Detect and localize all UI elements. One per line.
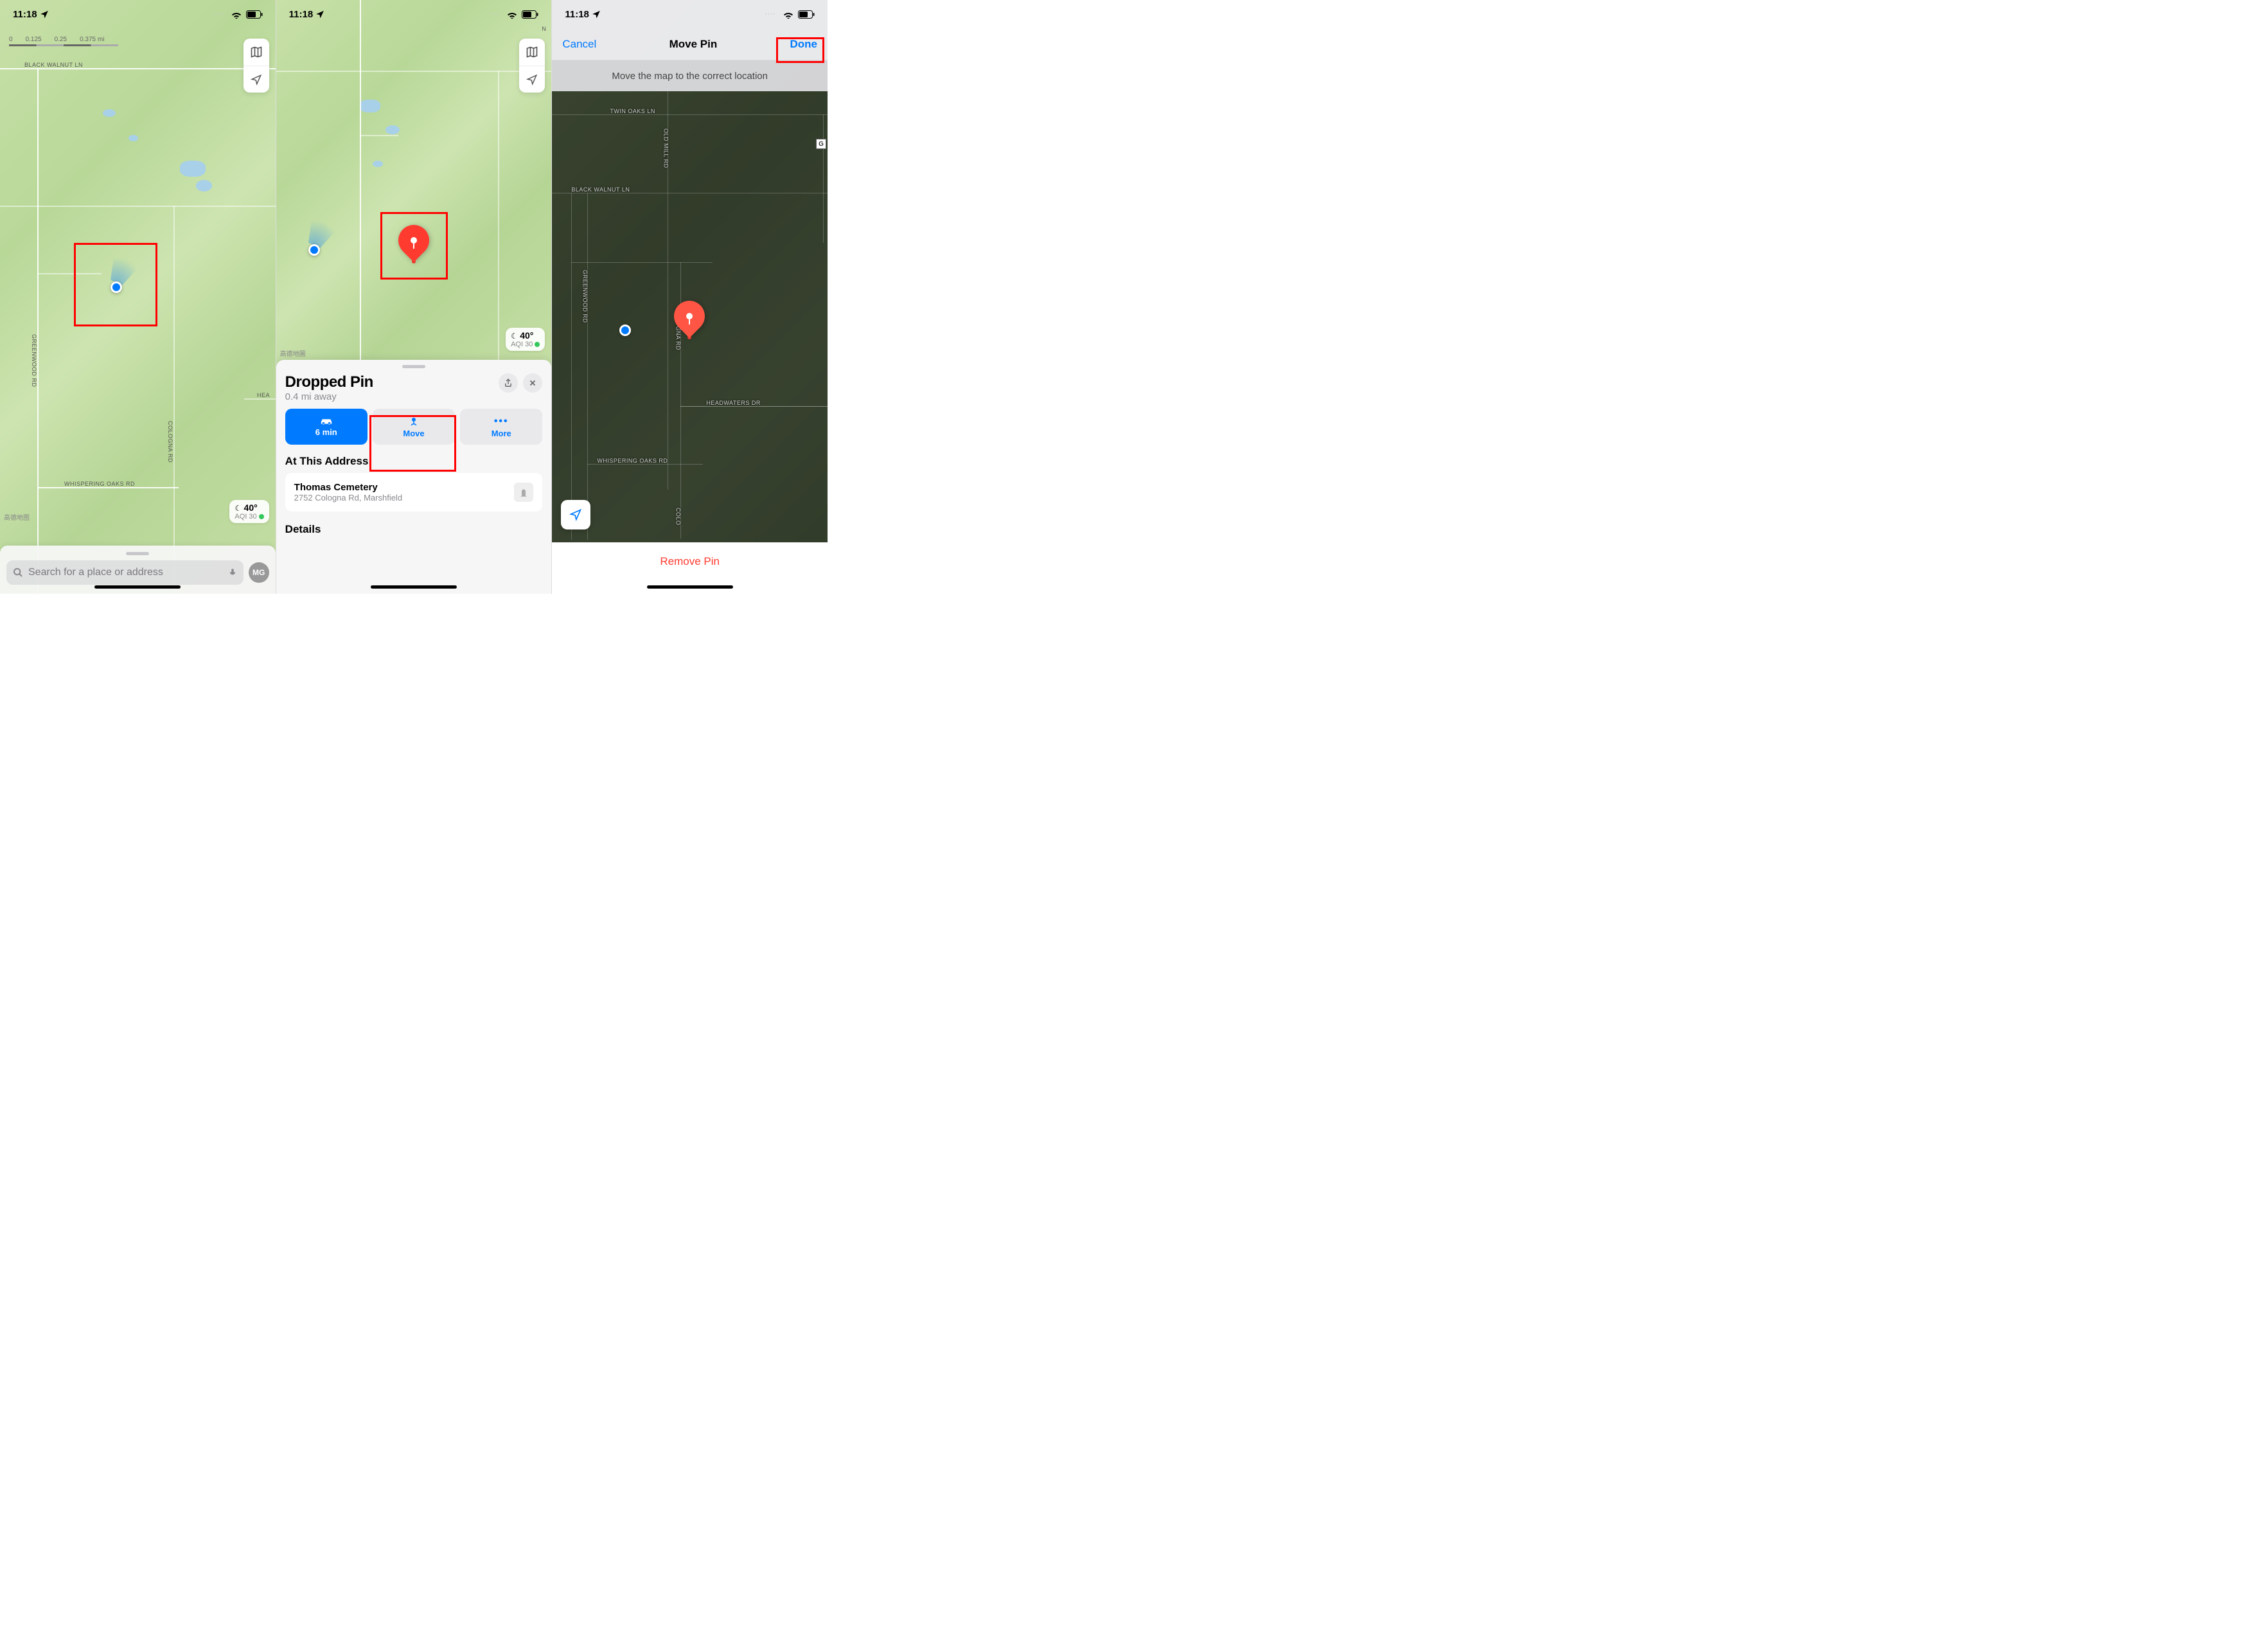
- road-label-greenwood: GREENWOOD RD: [31, 334, 37, 387]
- profile-avatar[interactable]: MG: [249, 562, 269, 583]
- battery-icon: [798, 10, 815, 19]
- map-icon: [526, 46, 538, 58]
- map-canvas[interactable]: N: [276, 0, 552, 369]
- close-button[interactable]: [523, 373, 542, 393]
- battery-icon: [522, 10, 538, 19]
- road-label-whispering: WHISPERING OAKS RD: [597, 458, 668, 464]
- road-label-black-walnut: BLACK WALNUT LN: [24, 62, 83, 68]
- dropped-pin-marker[interactable]: [674, 301, 705, 339]
- map-mode-button[interactable]: [244, 39, 269, 66]
- dropped-pin-marker[interactable]: [398, 225, 429, 263]
- dropped-pin-sheet[interactable]: Dropped Pin 0.4 mi away 6 min Move ••• M…: [276, 360, 552, 594]
- search-input[interactable]: Search for a place or address: [6, 560, 244, 585]
- section-at-this-address: At This Address: [285, 455, 543, 468]
- location-services-icon: [40, 10, 49, 19]
- user-heading-cone: [299, 209, 342, 252]
- status-bar: 11:18 ····: [276, 0, 552, 28]
- location-arrow-icon: [526, 74, 538, 85]
- move-pin-icon: [408, 416, 420, 427]
- battery-icon: [246, 10, 263, 19]
- weather-chip[interactable]: ☾ 40° AQI 30: [506, 328, 545, 351]
- status-time: 11:18: [13, 9, 37, 20]
- address-line: 2752 Cologna Rd, Marshfield: [294, 493, 508, 502]
- locate-me-button[interactable]: [244, 66, 269, 93]
- user-location-dot: [111, 281, 122, 293]
- status-dots: ····: [765, 11, 776, 18]
- wifi-icon: [506, 10, 518, 19]
- weather-chip[interactable]: ☾ 40° AQI 30: [229, 500, 269, 523]
- directions-button[interactable]: 6 min: [285, 409, 368, 445]
- road-label-cologna: COLOGNA RD: [167, 421, 173, 463]
- map-attribution: 高德地图: [4, 512, 30, 522]
- sheet-grabber[interactable]: [126, 552, 149, 555]
- map-attribution: 高德地圖: [280, 348, 306, 358]
- locate-me-button[interactable]: [519, 66, 545, 93]
- instruction-bar: Move the map to the correct location: [552, 60, 828, 91]
- map-mode-button[interactable]: [519, 39, 545, 66]
- home-indicator[interactable]: [371, 585, 457, 589]
- road-label-twin-oaks: TWIN OAKS LN: [610, 108, 655, 114]
- more-button[interactable]: ••• More: [460, 409, 542, 445]
- section-details: Details: [285, 523, 543, 536]
- search-icon: [13, 567, 23, 578]
- done-button[interactable]: Done: [790, 38, 818, 51]
- screen-dropped-pin: N 11:18 ···· 高: [276, 0, 553, 594]
- map-scale: 0 0.125 0.25 0.375 mi: [9, 36, 118, 46]
- home-indicator[interactable]: [94, 585, 181, 589]
- status-dots: ····: [489, 11, 500, 18]
- move-pin-button[interactable]: Move: [373, 409, 455, 445]
- microphone-icon[interactable]: [228, 567, 237, 578]
- search-placeholder: Search for a place or address: [28, 567, 163, 578]
- status-bar: 11:18 ····: [0, 0, 276, 28]
- home-indicator[interactable]: [647, 585, 733, 589]
- wifi-icon: [231, 10, 242, 19]
- screen-map-with-location: BLACK WALNUT LN GREENWOOD RD COLOGNA RD …: [0, 0, 276, 594]
- road-label-old-mill: OLD MILL RD: [662, 129, 669, 168]
- location-services-icon: [315, 10, 324, 19]
- ellipsis-icon: •••: [494, 416, 509, 427]
- road-label-headwaters: HEADWATERS DR: [706, 400, 761, 406]
- share-icon: [504, 378, 513, 388]
- nav-title: Move Pin: [669, 38, 718, 51]
- map-icon: [250, 46, 263, 58]
- close-icon: [529, 379, 536, 387]
- status-dots: ····: [213, 11, 224, 18]
- cemetery-icon: [514, 483, 533, 502]
- status-time: 11:18: [565, 9, 589, 20]
- user-heading-cone: [102, 247, 144, 289]
- wifi-icon: [783, 10, 794, 19]
- location-arrow-icon: [569, 508, 582, 521]
- pin-title: Dropped Pin: [285, 373, 494, 391]
- road-label-colo-bottom: COLO: [675, 508, 681, 526]
- road-label-whispering: WHISPERING OAKS RD: [64, 481, 135, 487]
- nav-bar: Cancel Move Pin Done: [552, 28, 828, 60]
- location-arrow-icon: [251, 74, 262, 85]
- map-marker-g: G: [816, 139, 826, 149]
- share-button[interactable]: [499, 373, 518, 393]
- address-name: Thomas Cemetery: [294, 482, 508, 493]
- car-icon: [319, 417, 333, 426]
- road-label-black-walnut: BLACK WALNUT LN: [571, 186, 630, 193]
- road-label-greenwood: GREENWOOD RD: [581, 270, 588, 323]
- cancel-button[interactable]: Cancel: [562, 38, 596, 51]
- location-services-icon: [592, 10, 601, 19]
- user-location-dot: [308, 244, 320, 256]
- road-label-hea: HEA: [257, 392, 270, 398]
- address-card[interactable]: Thomas Cemetery 2752 Cologna Rd, Marshfi…: [285, 473, 543, 511]
- screen-move-pin: TWIN OAKS LN OLD MILL RD BLACK WALNUT LN…: [552, 0, 828, 594]
- sheet-grabber[interactable]: [402, 365, 425, 368]
- map-controls: [244, 39, 269, 93]
- pin-subtitle: 0.4 mi away: [285, 391, 494, 402]
- locate-me-button[interactable]: [561, 500, 590, 529]
- user-location-dot: [619, 325, 631, 336]
- status-time: 11:18: [289, 9, 314, 20]
- map-controls: [519, 39, 545, 93]
- status-bar: 11:18 ····: [552, 0, 828, 28]
